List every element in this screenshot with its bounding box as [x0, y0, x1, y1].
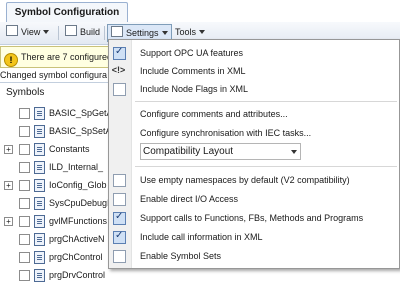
tree-row-label: gvlMFunctions: [49, 216, 108, 226]
document-icon: [34, 197, 45, 210]
menu-item-label: Support OPC UA features: [140, 48, 244, 58]
tab-strip: Symbol Configuration: [0, 0, 400, 23]
menu-item-support-opc-ua[interactable]: Support OPC UA features: [109, 44, 399, 62]
build-label: Build: [80, 27, 101, 37]
chevron-down-icon: [199, 30, 206, 34]
menu-separator: [135, 101, 397, 102]
menu-item-label: Support calls to Functions, FBs, Methods…: [140, 213, 364, 223]
menu-item-label: Include Comments in XML: [140, 66, 246, 76]
info-message: There are 7 configured: [21, 52, 112, 62]
tree-row-label: prgChActiveN: [49, 234, 105, 244]
menu-item-label: Configure comments and attributes...: [140, 109, 288, 119]
tree-row-label: BASIC_SpGetA: [49, 108, 110, 118]
menu-item-label: Enable Symbol Sets: [140, 251, 222, 261]
settings-icon: [111, 26, 123, 37]
menu-item-empty-namespaces[interactable]: Use empty namespaces by default (V2 comp…: [109, 171, 399, 189]
symbol-checkbox[interactable]: [19, 234, 30, 245]
menu-separator: [135, 166, 397, 167]
settings-label: Settings: [126, 28, 159, 38]
changed-notice: Changed symbol configura: [0, 68, 112, 83]
layout-combobox[interactable]: Compatibility Layout: [140, 143, 301, 160]
tree-row[interactable]: + Constants: [0, 141, 110, 159]
chevron-down-icon: [43, 30, 50, 34]
tree-row[interactable]: BASIC_SpGetA: [0, 105, 110, 123]
view-label: View: [21, 27, 41, 37]
symbol-checkbox[interactable]: [19, 198, 30, 209]
tree-row[interactable]: ILD_Internal_: [0, 159, 110, 177]
tree-row-label: BASIC_SpSetA: [49, 126, 110, 136]
tree-row[interactable]: SysCpuDebugI: [0, 195, 110, 213]
tree-row[interactable]: + IoConfig_Glob: [0, 177, 110, 195]
menu-item-include-node-flags[interactable]: Include Node Flags in XML: [109, 80, 399, 98]
symbol-checkbox[interactable]: [19, 108, 30, 119]
document-icon: [34, 215, 45, 228]
checkbox-icon: [113, 250, 126, 263]
chevron-down-icon: [291, 150, 297, 154]
toolbar-separator: [104, 26, 105, 40]
document-icon: [34, 233, 45, 246]
checkbox-icon: [113, 211, 126, 225]
checkbox-icon: [113, 83, 126, 96]
warning-icon: !: [4, 53, 18, 67]
build-button[interactable]: Build: [62, 24, 103, 40]
toolbar-separator: [58, 26, 59, 40]
menu-item-configure-comments[interactable]: Configure comments and attributes...: [109, 105, 399, 123]
document-icon: [34, 161, 45, 174]
checkbox-icon: [113, 230, 126, 244]
document-icon: [34, 179, 45, 192]
checkbox-icon: [113, 193, 126, 206]
menu-item-direct-io[interactable]: Enable direct I/O Access: [109, 190, 399, 208]
symbol-checkbox[interactable]: [19, 270, 30, 281]
checkbox-icon: [113, 174, 126, 187]
menu-item-label: Use empty namespaces by default (V2 comp…: [140, 175, 350, 185]
chevron-down-icon: [161, 31, 168, 35]
view-icon: [6, 25, 18, 36]
tree-row-label: IoConfig_Glob: [49, 180, 107, 190]
symbol-checkbox[interactable]: [19, 180, 30, 191]
symbol-checkbox[interactable]: [19, 216, 30, 227]
symbol-checkbox[interactable]: [19, 144, 30, 155]
settings-dropdown-menu: Support OPC UA features <!> Include Comm…: [108, 39, 400, 269]
tree-row[interactable]: + gvlMFunctions: [0, 213, 110, 231]
xml-icon: <!>: [111, 65, 126, 75]
view-button[interactable]: View: [3, 24, 52, 40]
info-bar: ! There are 7 configured: [0, 46, 112, 68]
tree-row-label: prgDrvControl: [49, 270, 106, 280]
document-icon: [34, 251, 45, 264]
menu-item-enable-symbol-sets[interactable]: Enable Symbol Sets: [109, 247, 399, 265]
checkbox-icon: [113, 46, 126, 60]
build-icon: [65, 25, 77, 36]
menu-item-configure-sync[interactable]: Configure synchronisation with IEC tasks…: [109, 124, 399, 142]
tree-row[interactable]: prgChActiveN: [0, 231, 110, 249]
expand-icon[interactable]: +: [4, 217, 13, 226]
tree-row-label: SysCpuDebugI: [49, 198, 110, 208]
symbols-column-header: Symbols: [6, 87, 45, 98]
tab-symbol-configuration[interactable]: Symbol Configuration: [6, 2, 128, 22]
tree-row[interactable]: prgDrvControl: [0, 267, 110, 285]
menu-item-support-calls[interactable]: Support calls to Functions, FBs, Methods…: [109, 209, 399, 227]
menu-item-label: Include call information in XML: [140, 232, 263, 242]
menu-item-include-call-info[interactable]: Include call information in XML: [109, 228, 399, 246]
document-icon: [34, 269, 45, 282]
layout-combobox-value: Compatibility Layout: [143, 146, 234, 157]
document-icon: [34, 143, 45, 156]
document-icon: [34, 107, 45, 120]
document-icon: [34, 125, 45, 138]
tree-row-label: prgChControl: [49, 252, 103, 262]
menu-item-label: Enable direct I/O Access: [140, 194, 239, 204]
menu-item-label: Configure synchronisation with IEC tasks…: [140, 128, 312, 138]
tools-label: Tools: [175, 27, 197, 37]
menu-item-label: Include Node Flags in XML: [140, 84, 249, 94]
expand-icon[interactable]: +: [4, 145, 13, 154]
tree-row[interactable]: BASIC_SpSetA: [0, 123, 110, 141]
tools-button[interactable]: Tools: [172, 24, 208, 40]
expand-icon[interactable]: +: [4, 181, 13, 190]
symbol-checkbox[interactable]: [19, 126, 30, 137]
menu-item-include-comments-xml[interactable]: <!> Include Comments in XML: [109, 62, 399, 80]
tree-row-label: Constants: [49, 144, 90, 154]
tree-row-label: ILD_Internal_: [49, 162, 104, 172]
symbol-checkbox[interactable]: [19, 162, 30, 173]
symbol-checkbox[interactable]: [19, 252, 30, 263]
tree-row[interactable]: prgChControl: [0, 249, 110, 267]
